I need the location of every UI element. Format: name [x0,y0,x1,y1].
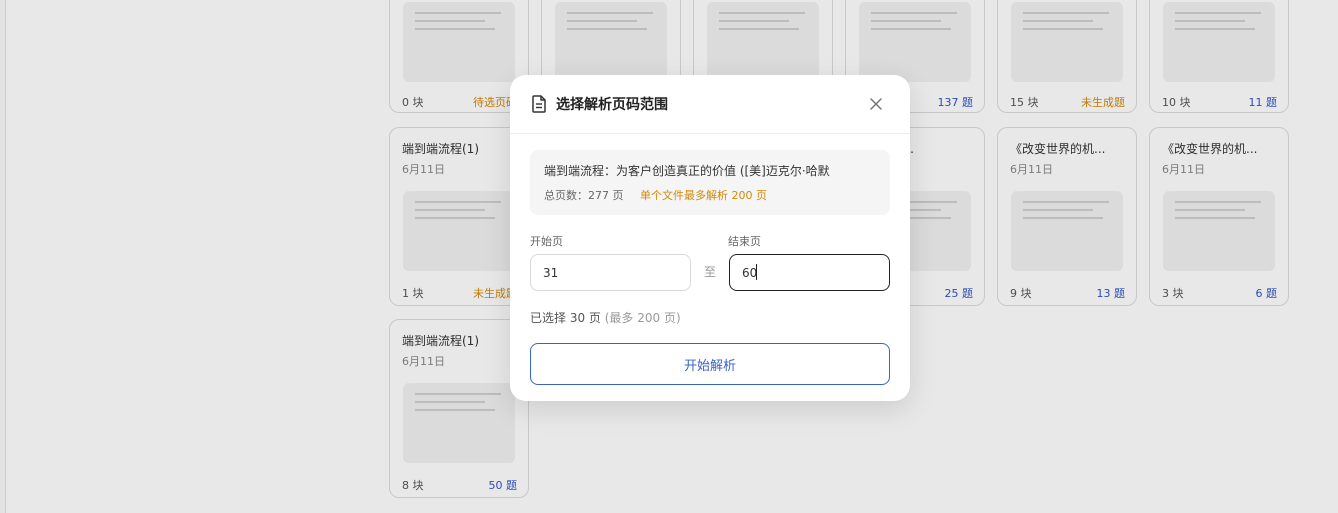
page-limit-note: 单个文件最多解析 200 页 [640,189,767,202]
start-page-label: 开始页 [530,235,563,248]
end-page-label: 结束页 [728,235,761,248]
page-range-dialog: 选择解析页码范围 端到端流程：为客户创造真正的价值 ([美]迈克尔·哈默 总页数… [510,75,910,401]
dialog-title: 选择解析页码范围 [556,97,668,113]
document-info-box: 端到端流程：为客户创造真正的价值 ([美]迈克尔·哈默 总页数：277 页 单个… [530,150,890,215]
close-icon[interactable] [868,96,884,112]
end-page-input[interactable] [729,254,890,291]
total-pages: 总页数：277 页 [544,189,624,202]
selection-summary: 已选择 30 页 (最多 200 页) [530,309,681,326]
range-separator: 至 [704,265,717,279]
start-parse-button[interactable]: 开始解析 [530,343,890,385]
selected-count: 已选择 30 页 [530,311,601,325]
text-cursor [756,264,757,280]
max-pages-note: (最多 200 页) [604,311,681,325]
document-icon [532,95,546,113]
start-page-input[interactable] [530,254,691,291]
document-name: 端到端流程：为客户创造真正的价值 ([美]迈克尔·哈默 [544,164,830,178]
dialog-header: 选择解析页码范围 [510,75,910,134]
